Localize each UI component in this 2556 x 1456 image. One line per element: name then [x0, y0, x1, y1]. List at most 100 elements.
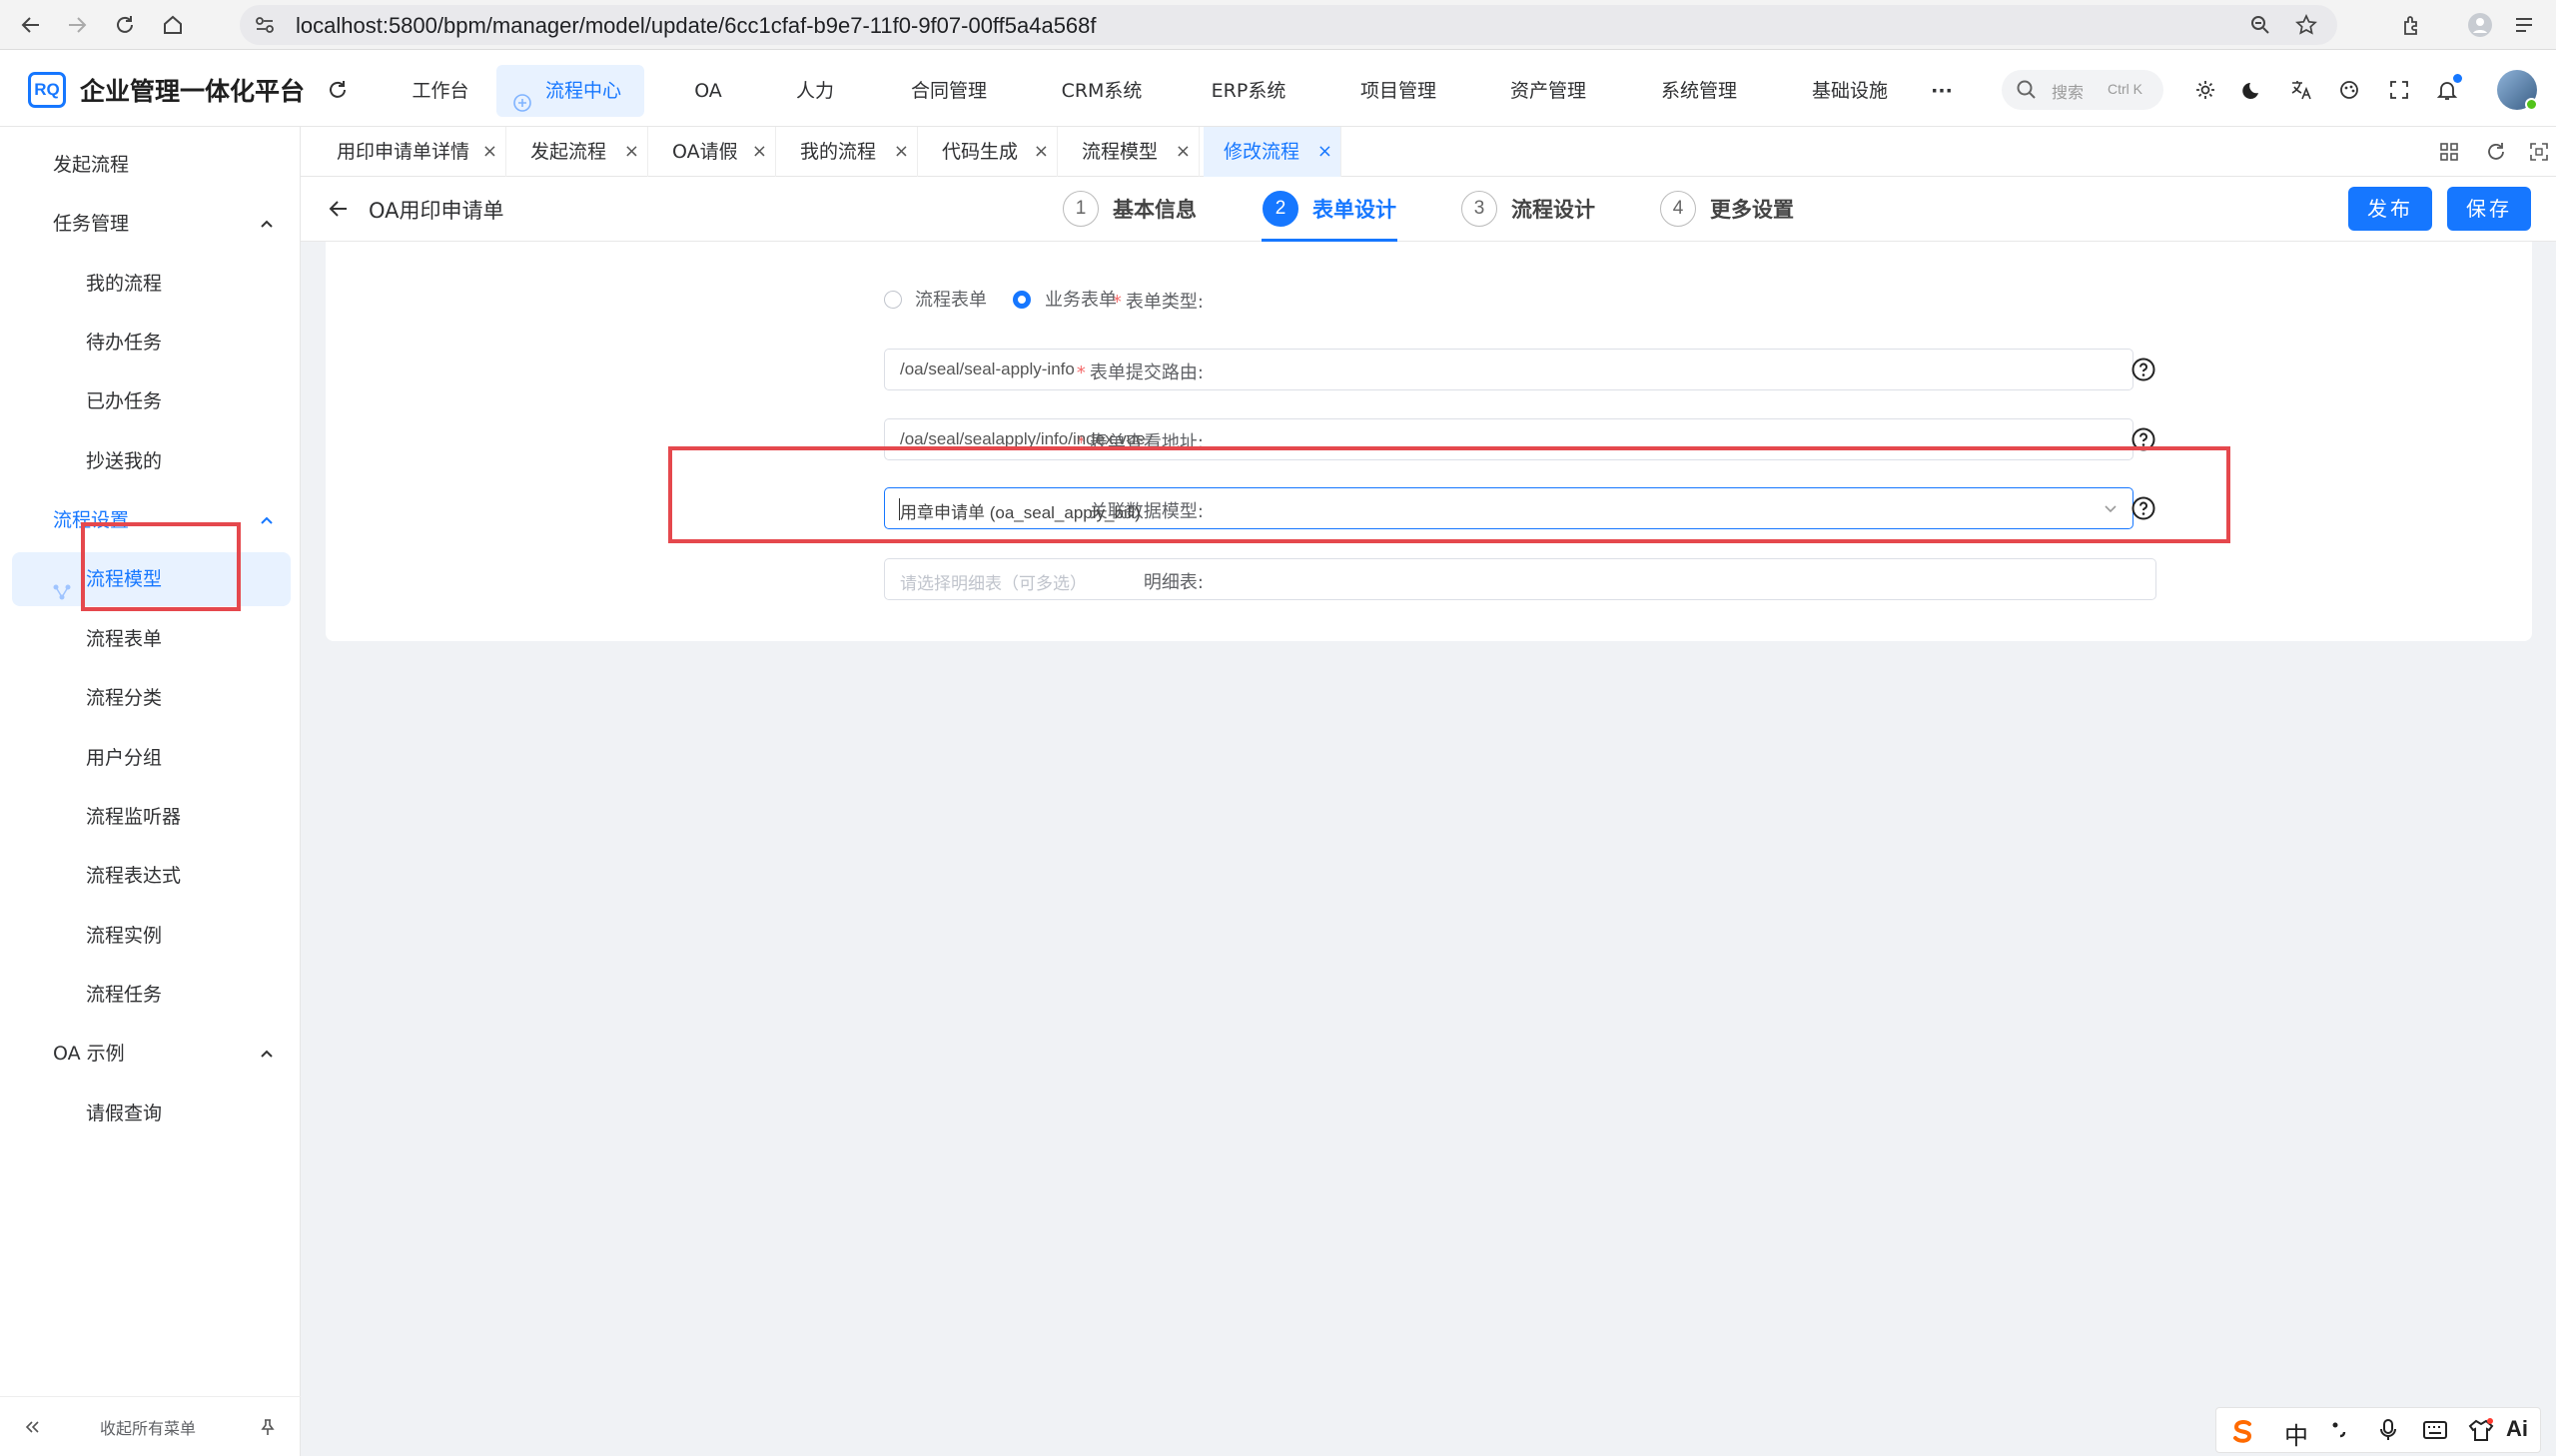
nav-process-center[interactable]: 流程中心: [496, 65, 644, 117]
bookmark-star-icon[interactable]: [2295, 14, 2317, 36]
sidebar-group-task-management[interactable]: 任务管理: [12, 197, 291, 251]
radio-business-form-label[interactable]: 业务表单: [1045, 286, 1117, 312]
nav-asset[interactable]: 资产管理: [1488, 65, 1608, 117]
dark-mode-icon[interactable]: [2237, 74, 2269, 106]
translate-icon[interactable]: [2285, 74, 2317, 106]
submit-route-input[interactable]: /oa/seal/seal-apply-info: [884, 349, 2133, 390]
reload-tab-icon[interactable]: [2485, 141, 2507, 167]
tab-seal-apply-detail[interactable]: 用印申请单详情 ×: [317, 127, 506, 177]
microphone-icon[interactable]: [2376, 1418, 2400, 1446]
tab-oa-leave[interactable]: OA请假 ×: [652, 127, 776, 177]
back-arrow-icon[interactable]: [327, 197, 351, 225]
tab-start-process[interactable]: 发起流程 ×: [510, 127, 648, 177]
publish-button[interactable]: 发布: [2348, 187, 2432, 231]
double-chevron-left-icon[interactable]: [22, 1417, 42, 1441]
notification-bell-icon[interactable]: [2431, 74, 2463, 106]
nav-system[interactable]: 系统管理: [1639, 65, 1759, 117]
site-info-icon[interactable]: [254, 14, 276, 36]
online-status-dot: [2525, 98, 2538, 111]
sidebar-item-my-process[interactable]: 我的流程: [12, 257, 291, 311]
sidebar-item-process-expression[interactable]: 流程表达式: [12, 849, 291, 903]
nav-hr[interactable]: 人力: [775, 65, 855, 117]
pin-icon[interactable]: [258, 1417, 278, 1441]
browser-menu-icon[interactable]: [2507, 8, 2541, 42]
sidebar-item-leave-query[interactable]: 请假查询: [12, 1087, 291, 1140]
close-icon[interactable]: ×: [1317, 127, 1332, 177]
radio-process-form[interactable]: [884, 291, 902, 309]
close-icon[interactable]: ×: [1034, 127, 1049, 177]
sidebar-item-process-listener[interactable]: 流程监听器: [12, 790, 291, 844]
submit-route-value: /oa/seal/seal-apply-info: [900, 360, 1075, 378]
collapse-all-menus-button[interactable]: 收起所有菜单: [100, 1415, 196, 1439]
sidebar-item-label: 流程分类: [86, 687, 163, 709]
sidebar-item-label: 抄送我的: [86, 450, 163, 472]
sidebar-group-oa-example[interactable]: OA 示例: [12, 1027, 291, 1081]
sidebar-item-process-task[interactable]: 流程任务: [12, 968, 291, 1022]
reload-icon[interactable]: [108, 8, 142, 42]
step-form-design[interactable]: 2 表单设计: [1263, 189, 1396, 229]
extensions-icon[interactable]: [2395, 8, 2429, 42]
ime-language-toggle[interactable]: 中: [2284, 1416, 2308, 1451]
home-icon[interactable]: [156, 8, 190, 42]
save-button[interactable]: 保存: [2447, 187, 2531, 231]
close-icon[interactable]: ×: [482, 127, 497, 177]
nav-erp[interactable]: ERP系统: [1189, 65, 1308, 117]
sogou-logo-icon[interactable]: [2228, 1417, 2256, 1449]
maximize-icon[interactable]: [2528, 141, 2550, 167]
theme-color-icon[interactable]: [2333, 74, 2365, 106]
app-logo[interactable]: RQ: [28, 72, 66, 108]
keyboard-icon[interactable]: [2422, 1418, 2448, 1446]
nav-more[interactable]: ···: [1922, 65, 1962, 117]
tab-my-process[interactable]: 我的流程 ×: [780, 127, 918, 177]
tab-process-model[interactable]: 流程模型 ×: [1062, 127, 1200, 177]
nav-oa[interactable]: OA: [671, 65, 745, 117]
grid-view-icon[interactable]: [2438, 141, 2460, 167]
fullscreen-icon[interactable]: [2383, 74, 2415, 106]
forward-icon[interactable]: [60, 8, 94, 42]
nav-project[interactable]: 项目管理: [1338, 65, 1458, 117]
sidebar-footer: 收起所有菜单: [0, 1396, 301, 1456]
step-process-design[interactable]: 3 流程设计: [1461, 189, 1595, 229]
step-label: 基本信息: [1113, 198, 1197, 222]
tab-code-gen[interactable]: 代码生成 ×: [922, 127, 1058, 177]
tab-edit-process[interactable]: 修改流程 ×: [1204, 127, 1341, 177]
address-bar[interactable]: localhost:5800/bpm/manager/model/update/…: [240, 5, 2337, 45]
detail-table-select[interactable]: 请选择明细表（可多选）: [884, 558, 2156, 600]
nav-crm[interactable]: CRM系统: [1039, 65, 1165, 117]
sidebar: 发起流程 任务管理 我的流程 待办任务 已办任务 抄送我的 流程设置 流程模型 …: [0, 127, 301, 1456]
step-basic-info[interactable]: 1 基本信息: [1063, 189, 1197, 229]
sidebar-item-todo-tasks[interactable]: 待办任务: [12, 316, 291, 369]
profile-icon[interactable]: [2463, 8, 2497, 42]
radio-business-form[interactable]: [1013, 291, 1031, 309]
help-icon[interactable]: [2130, 357, 2156, 382]
ai-assistant-icon[interactable]: Ai: [2506, 1416, 2528, 1442]
sidebar-item-cc-to-me[interactable]: 抄送我的: [12, 434, 291, 488]
global-search[interactable]: 搜索 Ctrl K: [2002, 70, 2163, 110]
close-icon[interactable]: ×: [752, 127, 767, 177]
sidebar-item-user-group[interactable]: 用户分组: [12, 731, 291, 785]
nav-workbench[interactable]: 工作台: [398, 65, 483, 117]
sidebar-item-label: 待办任务: [86, 332, 163, 354]
sidebar-item-start-process[interactable]: 发起流程: [12, 138, 291, 192]
back-icon[interactable]: [14, 8, 48, 42]
app-title: 企业管理一体化平台: [80, 77, 306, 106]
tab-label: OA请假: [672, 141, 738, 163]
close-icon[interactable]: ×: [1176, 127, 1191, 177]
close-icon[interactable]: ×: [624, 127, 639, 177]
zoom-icon[interactable]: [2249, 14, 2271, 36]
refresh-icon[interactable]: [322, 74, 354, 106]
skin-shirt-icon[interactable]: [2468, 1417, 2494, 1447]
radio-process-form-label[interactable]: 流程表单: [915, 286, 987, 312]
step-more-settings[interactable]: 4 更多设置: [1660, 189, 1794, 229]
nav-infrastructure[interactable]: 基础设施: [1790, 65, 1910, 117]
settings-icon[interactable]: [2189, 74, 2221, 106]
nav-contract[interactable]: 合同管理: [889, 65, 1009, 117]
punctuation-icon[interactable]: [2328, 1418, 2352, 1446]
app-header: RQ 企业管理一体化平台 工作台 流程中心 OA 人力 合同管理 CRM系统 E…: [0, 50, 2556, 127]
sidebar-item-done-tasks[interactable]: 已办任务: [12, 374, 291, 428]
sidebar-item-process-instance[interactable]: 流程实例: [12, 909, 291, 963]
url-text[interactable]: localhost:5800/bpm/manager/model/update/…: [296, 13, 1097, 39]
sidebar-item-process-form[interactable]: 流程表单: [12, 612, 291, 666]
sidebar-item-process-category[interactable]: 流程分类: [12, 671, 291, 725]
close-icon[interactable]: ×: [894, 127, 909, 177]
